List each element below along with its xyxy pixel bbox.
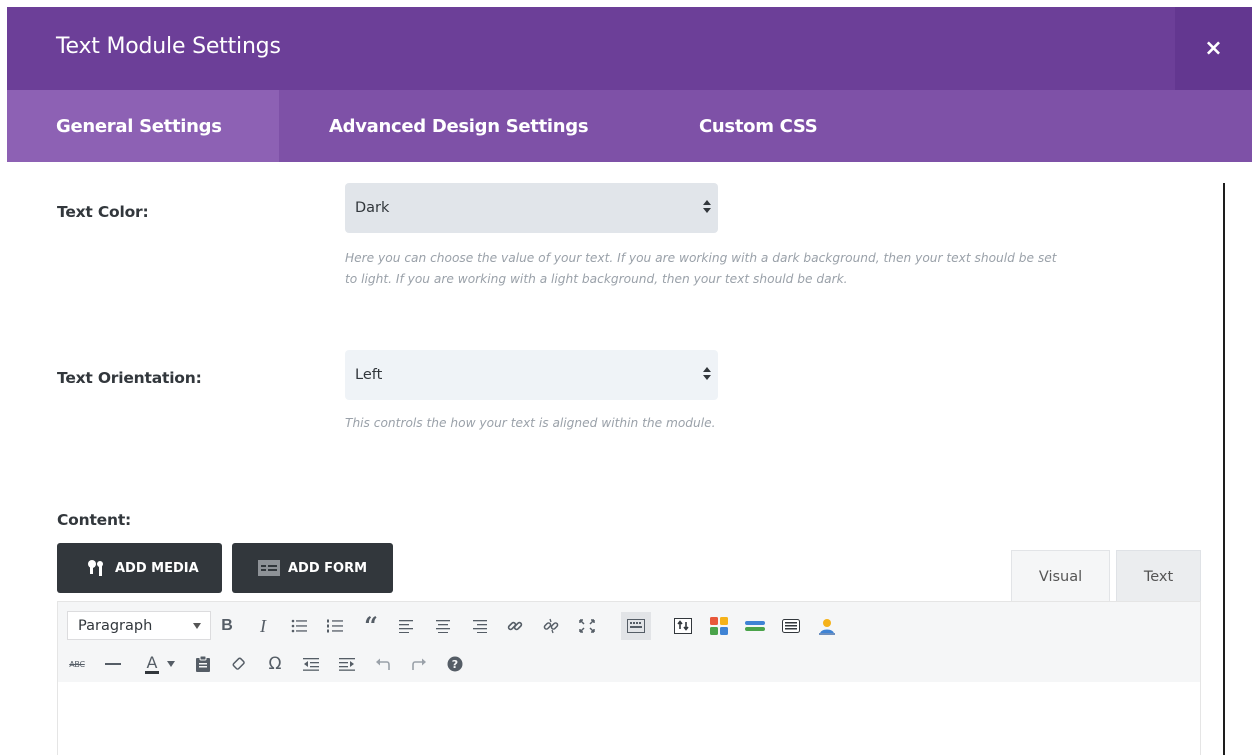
link-icon[interactable] <box>503 614 527 638</box>
clear-formatting-icon[interactable] <box>227 652 251 676</box>
align-left-icon[interactable] <box>395 614 419 638</box>
select-arrows-icon <box>703 200 711 216</box>
settings-tabbar: General Settings Advanced Design Setting… <box>7 90 1252 162</box>
numbered-list-icon[interactable] <box>323 614 347 638</box>
add-media-button[interactable]: ADD MEDIA <box>57 543 222 593</box>
editor-toolbar: Paragraph B I “ ABC A Ω ? <box>58 602 1200 682</box>
close-icon: × <box>1204 36 1223 61</box>
modal-header: Text Module Settings × <box>7 7 1252 90</box>
upload-icon[interactable] <box>671 614 695 638</box>
content-label: Content: <box>57 511 132 529</box>
horizontal-rule-icon[interactable] <box>101 652 125 676</box>
special-character-icon[interactable]: Ω <box>263 652 287 676</box>
outdent-icon[interactable] <box>299 652 323 676</box>
text-color-description: Here you can choose the value of your te… <box>345 251 1057 286</box>
format-select[interactable]: Paragraph <box>67 611 211 640</box>
tab-custom-css[interactable]: Custom CSS <box>629 90 829 162</box>
bullet-list-icon[interactable] <box>287 614 311 638</box>
text-color-select[interactable]: Dark <box>345 183 718 233</box>
content-editor: Paragraph B I “ ABC A Ω ? <box>57 601 1201 755</box>
scrollbar[interactable] <box>1223 183 1225 755</box>
text-orientation-select[interactable]: Left <box>345 350 718 400</box>
tab-advanced-design-settings[interactable]: Advanced Design Settings <box>279 90 629 162</box>
bold-icon[interactable]: B <box>215 614 239 638</box>
select-arrows-icon <box>703 367 711 383</box>
colored-grid-icon[interactable] <box>707 614 731 638</box>
tab-text[interactable]: Text <box>1116 550 1201 602</box>
italic-icon[interactable]: I <box>251 614 275 638</box>
colored-bars-icon[interactable] <box>743 614 767 638</box>
add-form-button[interactable]: ADD FORM <box>232 543 393 593</box>
format-select-value: Paragraph <box>78 617 153 634</box>
text-color-value: Dark <box>355 200 390 216</box>
help-icon[interactable]: ? <box>443 652 467 676</box>
text-orientation-value: Left <box>355 367 383 383</box>
fullscreen-icon[interactable] <box>575 614 599 638</box>
indent-icon[interactable] <box>335 652 359 676</box>
strikethrough-icon[interactable]: ABC <box>65 652 89 676</box>
close-button[interactable]: × <box>1175 7 1252 90</box>
tab-general-settings[interactable]: General Settings <box>7 90 279 162</box>
redo-icon[interactable] <box>407 652 431 676</box>
align-right-icon[interactable] <box>467 614 491 638</box>
add-media-label: ADD MEDIA <box>115 560 199 576</box>
media-icon <box>87 559 107 577</box>
editor-content-area[interactable] <box>58 682 1200 755</box>
text-orientation-description: This controls the how your text is align… <box>345 416 716 430</box>
paste-text-icon[interactable] <box>191 652 215 676</box>
user-icon[interactable] <box>815 614 839 638</box>
modal-title: Text Module Settings <box>56 34 281 59</box>
toolbar-toggle-icon[interactable] <box>621 612 651 640</box>
text-color-label: Text Color: <box>57 203 149 221</box>
unlink-icon[interactable] <box>539 614 563 638</box>
document-icon[interactable] <box>779 614 803 638</box>
undo-icon[interactable] <box>371 652 395 676</box>
align-center-icon[interactable] <box>431 614 455 638</box>
chevron-down-icon <box>193 623 201 629</box>
svg-text:?: ? <box>452 658 458 671</box>
text-orientation-label: Text Orientation: <box>57 369 202 387</box>
text-color-dropdown-icon[interactable] <box>163 652 179 676</box>
blockquote-icon[interactable]: “ <box>359 614 383 638</box>
tab-visual[interactable]: Visual <box>1011 550 1110 602</box>
add-form-label: ADD FORM <box>288 560 368 576</box>
form-icon <box>258 560 280 576</box>
